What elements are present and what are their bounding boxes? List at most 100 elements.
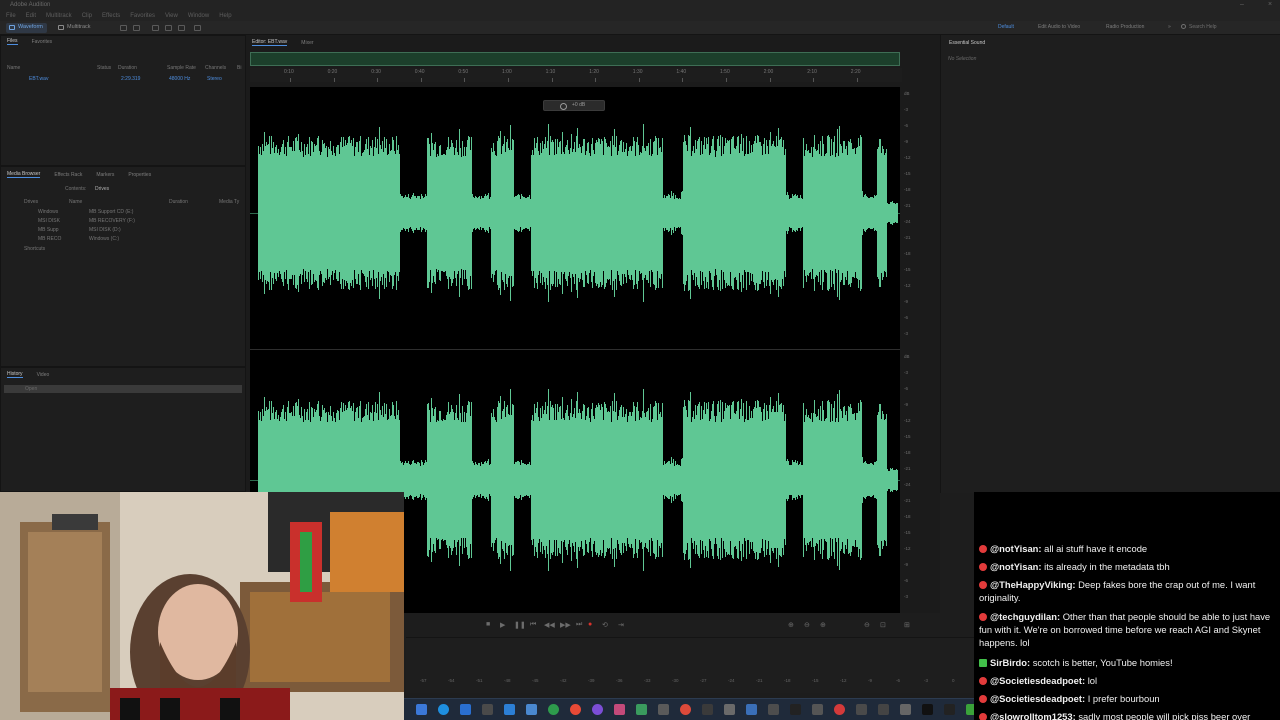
taskbar-app-icon[interactable] [944, 704, 955, 715]
drive-d[interactable]: MSI DISK (D:) [89, 227, 121, 233]
rewind-icon[interactable]: ◀◀ [544, 621, 555, 629]
workspace-edit-audio-to-video[interactable]: Edit Audio to Video [1038, 24, 1080, 30]
tree-drives[interactable]: Drives [24, 199, 38, 205]
taskbar-app-icon[interactable] [790, 704, 801, 715]
tree-shortcuts[interactable]: Shortcuts [24, 246, 45, 252]
menu-multitrack[interactable]: Multitrack [46, 13, 72, 19]
col-status[interactable]: Status [97, 65, 111, 71]
file-explorer-icon[interactable] [460, 704, 471, 715]
zoom-out-amplitude-icon[interactable]: ⊖ [804, 621, 810, 629]
play-button[interactable]: ▶ [500, 621, 505, 629]
tab-editor[interactable]: Editor: EBT.wav [252, 39, 288, 46]
mail-icon[interactable] [504, 704, 515, 715]
spectral-view-icon[interactable] [120, 25, 127, 31]
tab-markers[interactable]: Markers [96, 172, 114, 178]
taskbar-app-icon[interactable] [614, 704, 625, 715]
col-media-type[interactable]: Media Ty [219, 199, 239, 205]
taskbar-app-icon[interactable] [548, 704, 559, 715]
col-media-name[interactable]: Name [69, 199, 82, 205]
col-bit[interactable]: Bi [237, 65, 241, 71]
waveform-mode-button[interactable]: Waveform [6, 23, 47, 33]
col-name[interactable]: Name [7, 65, 20, 71]
taskbar-app-icon[interactable] [680, 704, 691, 715]
search-help-input[interactable]: Search Help [1180, 23, 1268, 32]
taskbar-app-icon[interactable] [482, 704, 493, 715]
contents-select[interactable]: Drives [95, 186, 109, 192]
go-to-end-icon[interactable]: ⏭ [576, 621, 582, 629]
zoom-selection-icon[interactable]: ⊞ [904, 621, 910, 629]
minimize-icon[interactable]: – [1240, 1, 1244, 8]
chrome-icon[interactable] [570, 704, 581, 715]
tab-media-browser[interactable]: Media Browser [7, 171, 41, 178]
taskbar-app-icon[interactable] [592, 704, 603, 715]
col-media-duration[interactable]: Duration [169, 199, 188, 205]
fast-forward-icon[interactable]: ▶▶ [560, 621, 571, 629]
menu-clip[interactable]: Clip [82, 13, 92, 19]
volume-knob-icon[interactable] [560, 103, 567, 110]
taskbar-app-icon[interactable] [526, 704, 537, 715]
tree-windows[interactable]: Windows [38, 209, 58, 215]
edge-icon[interactable] [438, 704, 449, 715]
workspace-default[interactable]: Default [998, 24, 1014, 30]
menu-edit[interactable]: Edit [26, 13, 36, 19]
pitch-view-icon[interactable] [133, 25, 140, 31]
waveform-overview[interactable] [250, 52, 900, 66]
col-sample-rate[interactable]: Sample Rate [167, 65, 196, 71]
time-selection-tool-icon[interactable] [194, 25, 201, 31]
tab-favorites[interactable]: Favorites [32, 39, 53, 45]
razor-tool-icon[interactable] [165, 25, 172, 31]
move-tool-icon[interactable] [152, 25, 159, 31]
volume-hud[interactable]: +0 dB [543, 100, 605, 111]
zoom-in-time-icon[interactable]: ⊕ [820, 621, 826, 629]
taskbar-app-icon[interactable] [702, 704, 713, 715]
tab-files[interactable]: Files [7, 38, 18, 45]
drive-c[interactable]: Windows (C:) [89, 236, 119, 242]
zoom-out-time-icon[interactable]: ⊖ [864, 621, 870, 629]
tab-effects-rack[interactable]: Effects Rack [54, 172, 82, 178]
history-item-row[interactable] [4, 385, 242, 393]
taskbar-app-icon[interactable] [658, 704, 669, 715]
close-icon[interactable]: × [1268, 1, 1272, 8]
multitrack-mode-button[interactable]: Multitrack [55, 23, 95, 33]
drive-e[interactable]: MB Support CD (E:) [89, 209, 133, 215]
col-duration[interactable]: Duration [118, 65, 137, 71]
col-channels[interactable]: Channels [205, 65, 226, 71]
tab-mixer[interactable]: Mixer [301, 40, 313, 46]
tab-video[interactable]: Video [37, 372, 50, 378]
menu-file[interactable]: File [6, 13, 16, 19]
zoom-out-full-icon[interactable]: ⊡ [880, 621, 886, 629]
taskbar-app-icon[interactable] [724, 704, 735, 715]
slip-tool-icon[interactable] [178, 25, 185, 31]
taskbar-app-icon[interactable] [416, 704, 427, 715]
taskbar-app-icon[interactable] [746, 704, 757, 715]
more-workspaces-icon[interactable]: » [1168, 24, 1171, 30]
taskbar-app-icon[interactable] [768, 704, 779, 715]
taskbar-app-icon[interactable] [636, 704, 647, 715]
pause-button[interactable]: ❚❚ [514, 621, 526, 629]
menu-view[interactable]: View [165, 13, 178, 19]
taskbar-app-icon[interactable] [922, 704, 933, 715]
loop-icon[interactable]: ⟲ [602, 621, 608, 629]
drive-f[interactable]: MB RECOVERY (F:) [89, 218, 135, 224]
tab-history[interactable]: History [7, 371, 23, 378]
stop-button[interactable]: ■ [486, 621, 490, 628]
taskbar-app-icon[interactable] [856, 704, 867, 715]
workspace-radio-production[interactable]: Radio Production [1106, 24, 1144, 30]
taskbar-app-icon[interactable] [900, 704, 911, 715]
tree-mb-support[interactable]: MB Supp [38, 227, 59, 233]
menu-window[interactable]: Window [188, 13, 209, 19]
menu-help[interactable]: Help [219, 13, 231, 19]
zoom-in-amplitude-icon[interactable]: ⊕ [788, 621, 794, 629]
tree-mb-recovery[interactable]: MB RECO [38, 236, 61, 242]
menu-effects[interactable]: Effects [102, 13, 120, 19]
menu-favorites[interactable]: Favorites [130, 13, 155, 19]
tab-properties[interactable]: Properties [128, 172, 151, 178]
essential-sound-title[interactable]: Essential Sound [949, 40, 985, 46]
taskbar-app-icon[interactable] [834, 704, 845, 715]
timeline-ruler[interactable]: 0:10 0:20 0:30 0:40 0:50 1:00 1:10 1:20 1:30 1:40… [250, 68, 902, 82]
taskbar-app-icon[interactable] [878, 704, 889, 715]
tree-msi-disk[interactable]: MSI DISK [38, 218, 60, 224]
record-button[interactable]: ● [588, 621, 592, 628]
go-to-start-icon[interactable]: ⏮ [530, 621, 536, 629]
skip-icon[interactable]: ⇥ [618, 621, 624, 629]
